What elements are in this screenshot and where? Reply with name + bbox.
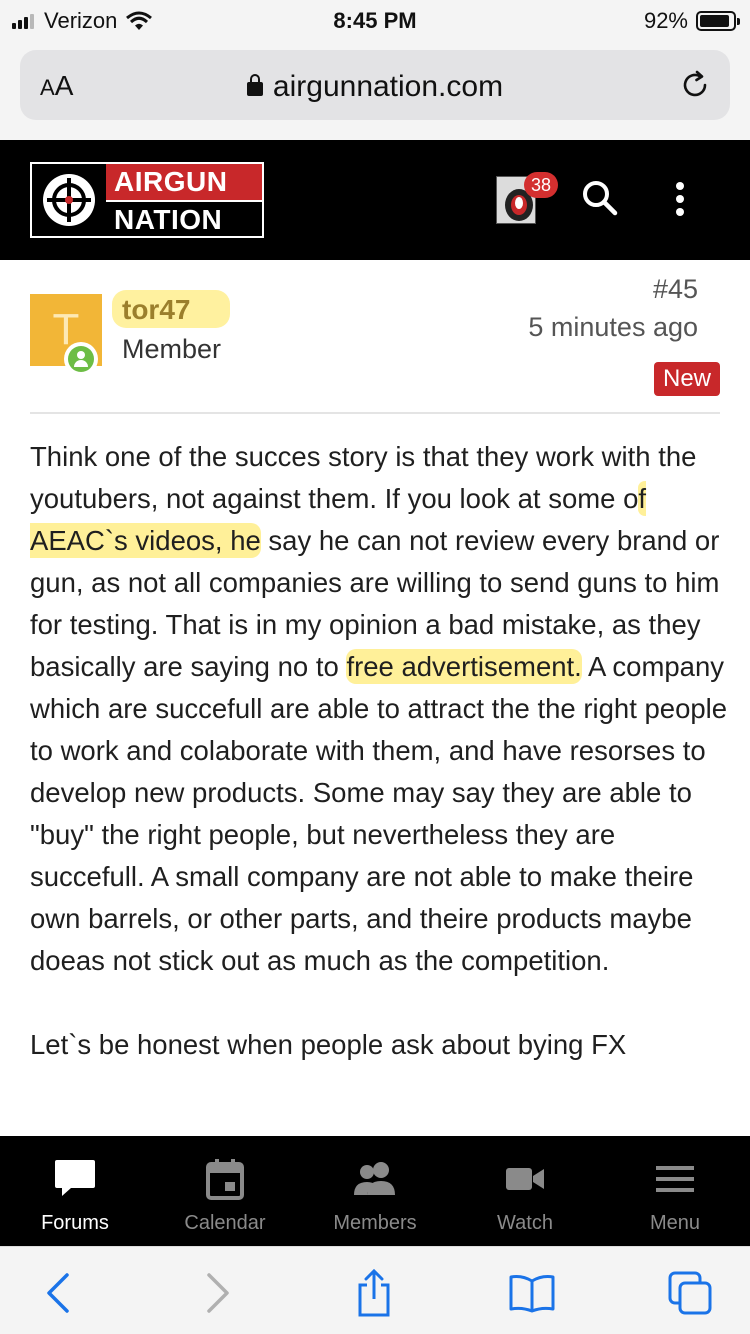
site-header: AIRGUN NATION 38 [0,140,750,260]
new-badge: New [653,362,720,396]
crosshair-icon [32,164,106,236]
menu-icon [653,1158,697,1200]
url-text[interactable]: airgunnation.com [20,70,730,104]
battery-icon [696,11,740,31]
members-icon [353,1158,397,1200]
tab-members[interactable]: Members [300,1136,450,1246]
post-number[interactable]: #45 [653,274,698,305]
watch-icon [503,1158,547,1200]
address-bar[interactable]: AA airgunnation.com [20,50,730,120]
battery-percent: 92% [643,8,688,33]
forums-icon [53,1158,97,1200]
more-options-icon[interactable] [670,180,690,220]
search-icon[interactable] [580,178,620,218]
status-bar: Verizon 8:45 PM 92% [0,0,750,40]
share-icon[interactable] [350,1269,398,1317]
post-body: Think one of the succes story is that th… [30,436,730,1108]
browser-top-bar: AA airgunnation.com [0,40,750,140]
forum-tab-bar: Forums Calendar Members Watch Menu [0,1136,750,1246]
lock-icon [246,74,263,96]
logo-text-bottom: NATION [106,200,262,236]
user-role: Member [122,334,222,364]
forward-icon[interactable] [194,1269,242,1317]
tab-forums[interactable]: Forums [0,1136,150,1246]
tab-menu[interactable]: Menu [600,1136,750,1246]
post-timestamp[interactable]: 5 minutes ago [528,312,698,343]
reload-icon[interactable] [678,68,712,102]
highlighted-text: free advertisement. [346,649,582,684]
logo-text-top: AIRGUN [106,164,262,200]
notification-badge[interactable]: 38 [524,172,558,198]
forum-post: T tor47 Member #45 5 minutes ago New Thi… [0,260,750,1136]
tabs-icon[interactable] [666,1269,714,1317]
clock: 8:45 PM [333,8,417,33]
tab-calendar[interactable]: Calendar [150,1136,300,1246]
online-status-icon [64,342,98,376]
browser-toolbar [0,1246,750,1334]
calendar-icon [203,1158,247,1200]
post-divider [30,412,720,414]
post-paragraph: Let`s be honest when people ask about by… [30,1029,627,1060]
tab-watch[interactable]: Watch [450,1136,600,1246]
back-icon[interactable] [34,1269,82,1317]
post-username[interactable]: tor47 [122,294,190,326]
bookmarks-icon[interactable] [508,1269,556,1317]
site-logo[interactable]: AIRGUN NATION [30,162,264,238]
post-paragraph: Think one of the succes story is that th… [30,441,728,976]
